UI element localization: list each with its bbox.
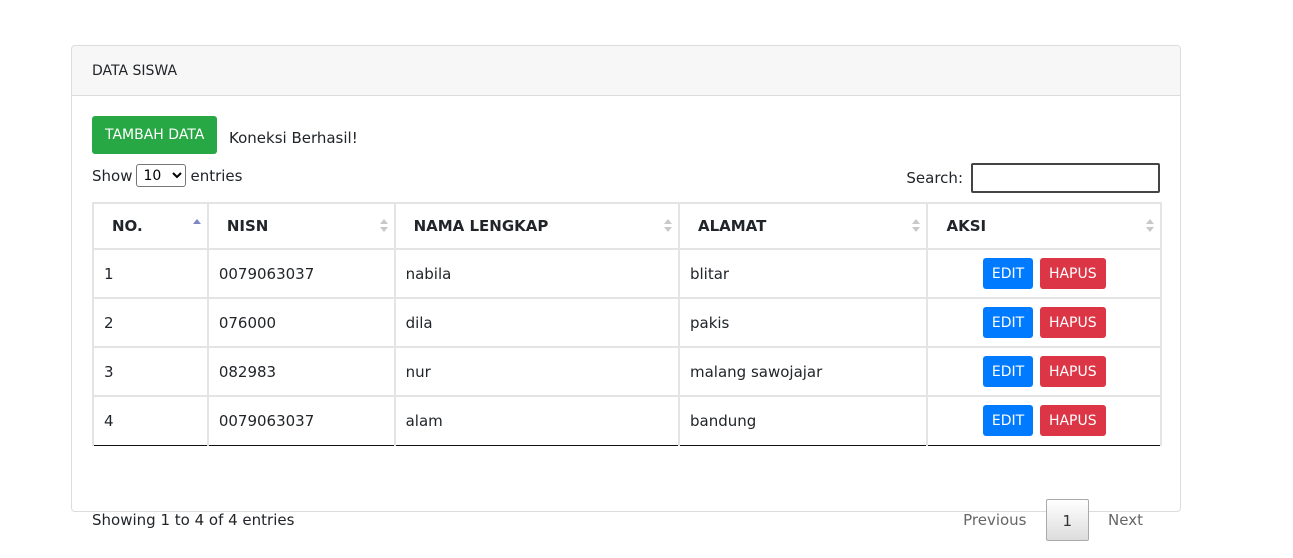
col-header-no[interactable]: NO. [92, 202, 209, 250]
table-row: 3 082983 nur malang sawojajar EDIT HAPUS [92, 346, 1162, 397]
cell-aksi: EDIT HAPUS [926, 346, 1162, 397]
table-header-row: NO. NISN NAMA LENGKAP ALAMAT AKSI [92, 202, 1162, 250]
col-header-label: NAMA LENGKAP [413, 217, 549, 235]
hapus-button[interactable]: HAPUS [1039, 307, 1106, 338]
data-table: NO. NISN NAMA LENGKAP ALAMAT AKSI 1 0079… [92, 202, 1162, 446]
sort-both-icon [379, 217, 388, 235]
table-info: Showing 1 to 4 of 4 entries [92, 511, 295, 529]
length-suffix: entries [190, 166, 243, 185]
edit-button[interactable]: EDIT [982, 307, 1034, 338]
edit-button[interactable]: EDIT [982, 356, 1034, 387]
cell-nisn: 076000 [206, 297, 396, 348]
cell-nama: nabila [393, 248, 680, 299]
table-row: 2 076000 dila pakis EDIT HAPUS [92, 297, 1162, 348]
cell-no: 3 [92, 346, 209, 397]
length-prefix: Show [92, 166, 133, 185]
cell-no: 2 [92, 297, 209, 348]
col-header-alamat[interactable]: ALAMAT [677, 202, 929, 250]
col-header-label: AKSI [946, 217, 987, 235]
search-input[interactable] [971, 163, 1160, 193]
cell-nama: dila [393, 297, 680, 348]
edit-button[interactable]: EDIT [982, 258, 1034, 289]
hapus-button[interactable]: HAPUS [1039, 405, 1106, 437]
search-control: Search: [906, 163, 1160, 193]
cell-no: 4 [92, 395, 209, 445]
sort-both-icon [912, 217, 921, 235]
cell-nisn: 082983 [206, 346, 396, 397]
cell-alamat: pakis [677, 297, 929, 348]
pagination: Previous 1 Next [944, 499, 1162, 541]
hapus-button[interactable]: HAPUS [1039, 258, 1106, 289]
sort-both-icon [1146, 217, 1154, 235]
previous-page-button[interactable]: Previous [944, 499, 1045, 541]
hapus-button[interactable]: HAPUS [1039, 356, 1106, 387]
edit-button[interactable]: EDIT [982, 405, 1034, 437]
card-title: DATA SISWA [92, 63, 178, 79]
table-row: 4 0079063037 alam bandung EDIT HAPUS [92, 395, 1162, 445]
page-1-button[interactable]: 1 [1045, 499, 1090, 541]
col-header-label: NO. [112, 217, 143, 235]
cell-nama: alam [393, 395, 680, 445]
col-header-aksi[interactable]: AKSI [926, 202, 1162, 250]
table-row: 1 0079063037 nabila blitar EDIT HAPUS [92, 248, 1162, 299]
cell-no: 1 [92, 248, 209, 299]
connection-message: Koneksi Berhasil! [229, 129, 358, 147]
next-page-button[interactable]: Next [1089, 499, 1162, 541]
cell-alamat: blitar [677, 248, 929, 299]
col-header-nisn[interactable]: NISN [206, 202, 396, 250]
sort-asc-icon [192, 217, 201, 235]
cell-nisn: 0079063037 [206, 248, 396, 299]
cell-aksi: EDIT HAPUS [926, 248, 1162, 299]
cell-nama: nur [393, 346, 680, 397]
cell-aksi: EDIT HAPUS [926, 395, 1162, 445]
cell-aksi: EDIT HAPUS [926, 297, 1162, 348]
tambah-data-button[interactable]: TAMBAH DATA [92, 116, 218, 154]
col-header-nama[interactable]: NAMA LENGKAP [393, 202, 680, 250]
cell-alamat: malang sawojajar [677, 346, 929, 397]
cell-alamat: bandung [677, 395, 929, 445]
col-header-label: ALAMAT [697, 217, 767, 235]
entries-length-control: Show 10 entries [92, 164, 242, 187]
data-siswa-card: DATA SISWA TAMBAH DATA Koneksi Berhasil!… [71, 45, 1181, 541]
col-header-label: NISN [226, 217, 269, 235]
entries-select[interactable]: 10 [136, 164, 187, 187]
cell-nisn: 0079063037 [206, 395, 396, 445]
sort-both-icon [663, 217, 672, 235]
card-header: DATA SISWA [72, 46, 1180, 96]
search-label: Search: [906, 169, 963, 187]
